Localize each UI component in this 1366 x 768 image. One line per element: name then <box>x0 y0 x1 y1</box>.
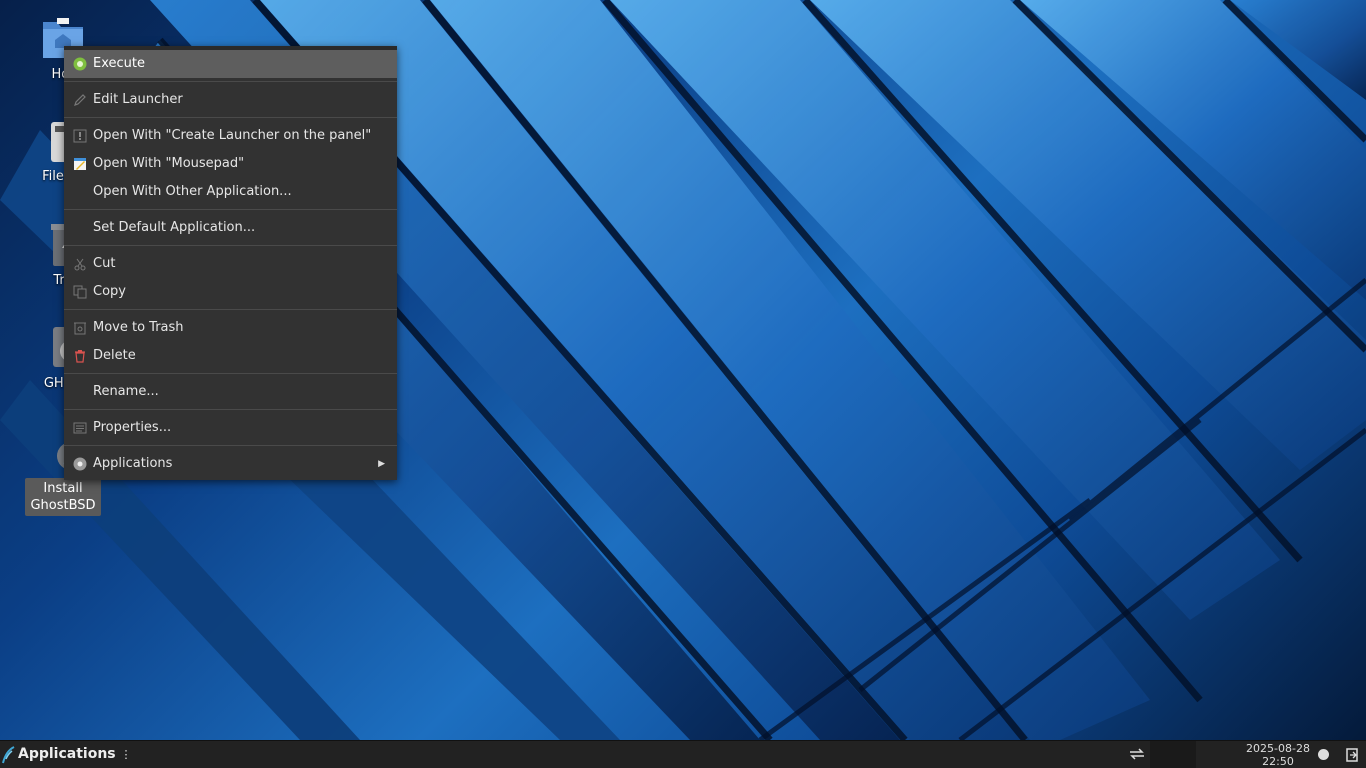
menu-separator <box>64 78 397 86</box>
taskbar: Applications ⋮ 2025-08-28 22:50 <box>0 740 1366 768</box>
menu-separator <box>64 442 397 450</box>
session-exit-icon[interactable] <box>1346 748 1358 762</box>
network-sync-icon[interactable] <box>1128 746 1146 762</box>
menu-separator <box>64 242 397 250</box>
menu-item-cut[interactable]: Cut <box>64 250 397 278</box>
desktop-context-menu: Execute Edit Launcher Open With "Create … <box>64 46 397 480</box>
applications-menu-button[interactable]: Applications ⋮ <box>0 741 138 768</box>
applications-gear-icon <box>73 457 87 471</box>
properties-icon <box>73 422 87 434</box>
notification-indicator-icon[interactable] <box>1318 749 1329 760</box>
menu-separator <box>64 406 397 414</box>
menu-item-set-default-application[interactable]: Set Default Application... <box>64 214 397 242</box>
copy-icon <box>73 285 87 299</box>
delete-icon <box>75 350 85 363</box>
menu-separator <box>64 206 397 214</box>
scissors-icon <box>74 258 86 271</box>
menu-item-edit-launcher[interactable]: Edit Launcher <box>64 86 397 114</box>
menu-separator <box>64 306 397 314</box>
desktop-icon-label: Install GhostBSD <box>25 478 101 516</box>
pencil-icon <box>74 94 86 106</box>
workspace-switcher[interactable] <box>1150 741 1196 768</box>
menu-separator <box>64 370 397 378</box>
menu-item-applications-submenu[interactable]: Applications ▶ <box>64 450 397 478</box>
trash-can-icon <box>74 322 86 335</box>
menu-item-execute[interactable]: Execute <box>64 50 397 78</box>
menu-item-delete[interactable]: Delete <box>64 342 397 370</box>
execute-icon <box>73 57 87 71</box>
menu-item-properties[interactable]: Properties... <box>64 414 397 442</box>
menu-item-copy[interactable]: Copy <box>64 278 397 306</box>
menu-item-move-to-trash[interactable]: Move to Trash <box>64 314 397 342</box>
menu-item-open-with-mousepad[interactable]: Open With "Mousepad" <box>64 150 397 178</box>
mousepad-icon <box>74 158 86 170</box>
clock[interactable]: 2025-08-28 22:50 <box>1240 742 1316 768</box>
launcher-panel-icon <box>73 129 87 143</box>
menu-handle-icon: ⋮ <box>120 748 132 761</box>
menu-item-open-with-create-launcher[interactable]: Open With "Create Launcher on the panel" <box>64 122 397 150</box>
menu-item-open-with-other[interactable]: Open With Other Application... <box>64 178 397 206</box>
menu-item-rename[interactable]: Rename... <box>64 378 397 406</box>
menu-separator <box>64 114 397 122</box>
ghostbsd-logo-icon <box>2 746 15 764</box>
submenu-arrow-icon: ▶ <box>378 459 385 469</box>
